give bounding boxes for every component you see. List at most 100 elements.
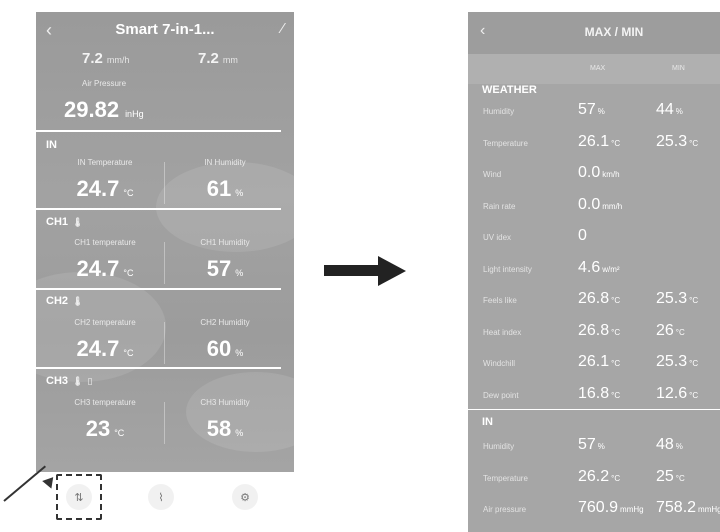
min-unit: °C [675, 327, 685, 337]
weather-row: Feels like 26.8 °C 25.3 °C [468, 286, 720, 316]
max-value: 16.8 °C [578, 385, 620, 403]
row-label: Windchill [483, 359, 516, 368]
rain-rate-unit: mm/h [106, 55, 130, 65]
weather-row: Dew point 16.8 °C 12.6 °C [468, 381, 720, 411]
value-number: 57 [206, 256, 232, 281]
max-value: 0.0 mm/h [578, 196, 622, 214]
section-title-ch3: CH3 🌡 ▯ [46, 375, 92, 387]
row-label: Temperature [483, 473, 528, 483]
max-number: 0.0 [578, 195, 601, 213]
row-label: Dew point [483, 390, 519, 400]
max-value: 760.9 mmHg [578, 499, 644, 517]
max-min-icon[interactable]: ⇅ [66, 484, 92, 510]
max-unit: °C [611, 473, 621, 483]
ch2-temperature-value: 24.7 °C [46, 336, 164, 362]
rain-rate-value: 7.2 mm/h [82, 50, 130, 67]
min-value: 25.3 °C [656, 353, 698, 371]
min-unit: % [675, 107, 683, 116]
cell-divider [164, 402, 165, 444]
ch2-temperature-label: CH2 temperature [74, 318, 136, 327]
min-value: 25.3 °C [656, 133, 698, 151]
max-number: 0 [578, 227, 587, 244]
row-label: Humidity [483, 107, 515, 116]
ch1-temperature-cell: CH1 temperature 24.7 °C [46, 238, 164, 282]
value-unit: % [235, 348, 244, 358]
max-number: 4.6 [578, 258, 601, 276]
column-header: MAX MIN [468, 54, 720, 84]
value-unit: °C [114, 428, 125, 438]
in-temperature-label: IN Temperature [77, 158, 133, 167]
in-temperature-value: 24.7 °C [46, 176, 164, 202]
max-unit: °C [611, 327, 621, 337]
in-section-title: IN [482, 416, 493, 428]
in-row: Humidity 57% 48% [468, 432, 720, 462]
max-number: 760.9 [578, 499, 619, 516]
max-unit: w/m² [602, 264, 620, 274]
ch3-humidity-value: 58% [166, 416, 284, 442]
in-row: Air pressure 760.9 mmHg 758.2 mmHg [468, 495, 720, 525]
max-unit: mmHg [620, 505, 644, 514]
min-unit: °C [689, 138, 699, 148]
weather-row: Heat index 26.8 °C 26 °C [468, 318, 720, 348]
value-unit: % [235, 268, 244, 278]
min-number: 25.3 [656, 132, 688, 150]
max-number: 26.1 [578, 353, 610, 370]
value-number: 60 [206, 336, 232, 361]
ch1-temperature-value: 24.7 °C [46, 256, 164, 282]
max-number: 0.0 [578, 164, 601, 181]
min-value: 25 °C [656, 468, 685, 486]
chart-icon[interactable]: ⌇ [148, 484, 174, 510]
min-unit: % [675, 442, 683, 451]
header: ‹ MAX / MIN [468, 12, 720, 54]
value-number: 23 [85, 416, 111, 441]
value-number: 24.7 [76, 256, 120, 281]
min-value [656, 164, 658, 182]
weather-row: Wind 0.0 km/h [468, 160, 720, 190]
row-label: UV idex [483, 233, 512, 242]
section-title-ch2: CH2 🌡 [46, 295, 83, 307]
section-title-text: IN [46, 139, 57, 151]
value-unit: °C [123, 188, 134, 198]
ch3-temperature-value: 23 °C [46, 416, 164, 442]
cell-divider [164, 162, 165, 204]
max-value: 26.1 °C [578, 353, 620, 371]
max-column-label: MAX [590, 65, 606, 72]
row-label: Feels like [483, 296, 517, 305]
ch2-humidity-label: CH2 Humidity [200, 318, 250, 327]
weather-row: Temperature 26.1 °C 25.3 °C [468, 129, 720, 159]
max-unit: °C [611, 359, 621, 368]
ch1-humidity-cell: CH1 Humidity 57% [166, 238, 284, 282]
pointer-arrow-shaft [3, 465, 47, 502]
thermometer-icon: 🌡 [72, 217, 84, 227]
weather-row: Windchill 26.1 °C 25.3 °C [468, 349, 720, 379]
header: ‹ Smart 7-in-1... ⁄ [36, 12, 294, 48]
value-number: 24.7 [76, 176, 120, 201]
value-unit: °C [123, 348, 134, 358]
settings-icon[interactable]: ⚙ [232, 484, 258, 510]
weather-row: Humidity 57% 44% [468, 97, 720, 127]
row-label: Heat index [483, 327, 522, 337]
min-value: 44% [656, 101, 683, 119]
air-pressure-unit: inHg [125, 109, 144, 119]
in-row: Temperature 26.2 °C 25 °C [468, 464, 720, 494]
section-divider [36, 288, 281, 290]
value-number: 24.7 [76, 336, 120, 361]
battery-icon: ▯ [87, 376, 93, 386]
min-number: 758.2 [656, 499, 697, 516]
max-number: 16.8 [578, 384, 610, 402]
max-value: 4.6 w/m² [578, 259, 620, 277]
max-number: 57 [578, 436, 596, 453]
edit-icon[interactable]: ⁄ [281, 20, 284, 37]
section-title-text: CH2 [46, 295, 69, 307]
in-temperature-cell: IN Temperature 24.7 °C [46, 158, 164, 202]
min-value: 12.6 °C [656, 385, 698, 403]
ch2-temperature-cell: CH2 temperature 24.7 °C [46, 318, 164, 362]
weather-row: UV idex 0 [468, 223, 720, 253]
ch3-temperature-cell: CH3 temperature 23 °C [46, 398, 164, 442]
thermometer-icon: 🌡 [72, 376, 84, 386]
max-unit: °C [611, 390, 621, 400]
min-value [656, 196, 658, 214]
section-title-in: IN [46, 139, 57, 151]
min-number: 44 [656, 101, 674, 118]
max-value: 57% [578, 436, 605, 454]
